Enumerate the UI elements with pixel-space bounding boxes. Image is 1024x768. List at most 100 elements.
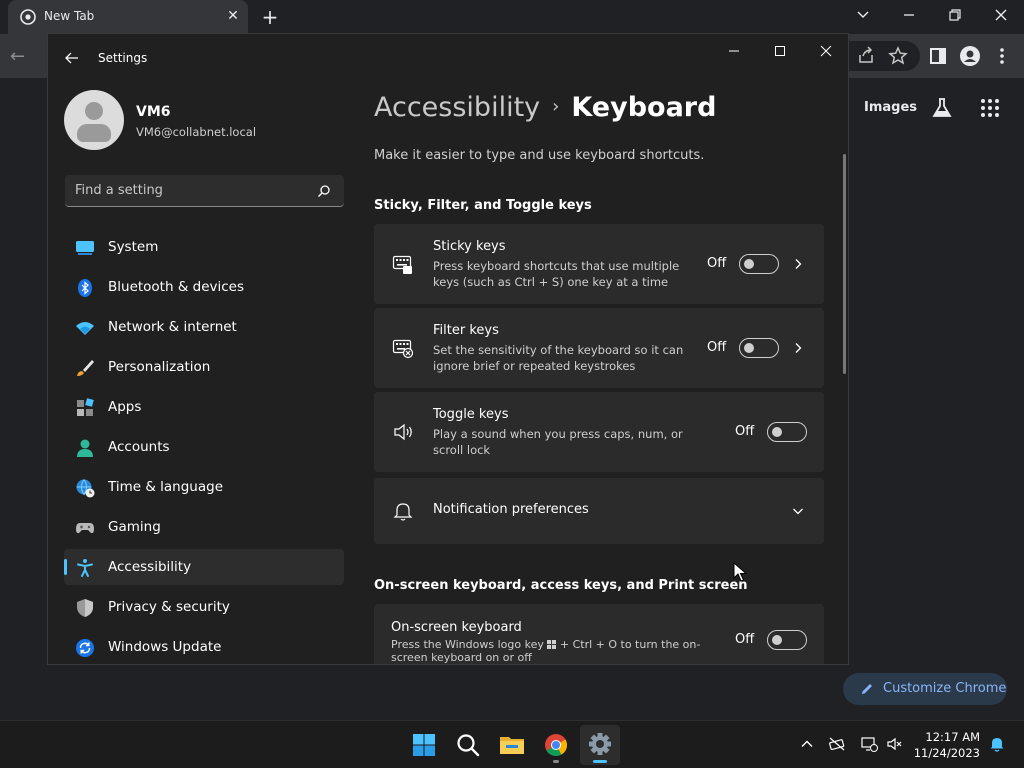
bluetooth-icon	[78, 279, 92, 297]
search-icon[interactable]	[317, 184, 331, 198]
keyboard-settings-page: Accessibility › Keyboard Make it easier to…	[374, 82, 824, 664]
apps-icon	[77, 398, 94, 416]
filter-keys-description: Set the sensitivity of the keyboard so i…	[433, 343, 684, 373]
google-apps-icon[interactable]	[978, 96, 1002, 120]
chrome-taskbar-button[interactable]	[536, 725, 576, 765]
gamepad-icon	[76, 523, 94, 534]
sticky-keys-state: Off	[707, 256, 727, 271]
sticky-keys-title: Sticky keys	[433, 239, 506, 254]
onscreen-keyboard-toggle[interactable]	[767, 630, 807, 650]
sidebar-item-apps[interactable]: Apps	[64, 389, 344, 425]
brush-icon	[77, 360, 94, 376]
sidebar-item-privacy[interactable]: Privacy & security	[64, 589, 344, 625]
chevron-up-icon[interactable]	[798, 735, 816, 753]
settings-taskbar-button[interactable]	[580, 725, 620, 765]
system-icon	[76, 241, 94, 255]
page-title: Keyboard	[571, 92, 717, 123]
update-icon	[76, 639, 94, 657]
minimize-icon[interactable]	[894, 3, 924, 27]
sidebar-item-time-language[interactable]: Time & language	[64, 469, 344, 505]
bookmark-star-icon[interactable]	[886, 44, 910, 68]
notification-preferences-card[interactable]: Notification preferences	[374, 478, 824, 544]
onscreen-keyboard-state: Off	[735, 632, 755, 647]
onscreen-keyboard-title: On-screen keyboard	[391, 620, 522, 635]
sidebar-item-accessibility[interactable]: Accessibility	[64, 549, 344, 585]
pencil-icon	[862, 684, 872, 694]
accessibility-icon	[77, 559, 93, 577]
sticky-keys-toggle[interactable]	[739, 254, 779, 274]
start-button[interactable]	[404, 725, 444, 765]
new-tab-button[interactable]: +	[258, 5, 282, 29]
chrome-tab-new-tab[interactable]: New Tab ✕	[8, 0, 248, 34]
taskbar-search-button[interactable]	[448, 725, 488, 765]
mouse-cursor-icon	[733, 562, 747, 582]
active-indicator	[64, 559, 67, 575]
sticky-keys-card[interactable]: Sticky keys Press keyboard shortcuts tha…	[374, 224, 824, 304]
chevron-right-icon[interactable]	[792, 258, 804, 270]
breadcrumb-accessibility[interactable]: Accessibility	[374, 92, 540, 123]
chevron-right-icon[interactable]	[792, 342, 804, 354]
chrome-icon	[20, 9, 36, 25]
filter-keys-card[interactable]: Filter keys Set the sensitivity of the k…	[374, 308, 824, 388]
settings-maximize-icon[interactable]	[768, 42, 792, 60]
sidebar-item-windows-update[interactable]: Windows Update	[64, 629, 344, 664]
labs-flask-icon[interactable]	[930, 96, 954, 120]
person-icon	[77, 439, 93, 457]
settings-title-bar: Settings	[48, 34, 848, 82]
notification-bell-icon[interactable]	[988, 735, 1006, 753]
windows-logo-icon	[547, 640, 557, 649]
clock-date[interactable]: 11/24/2023	[900, 746, 980, 760]
sticky-keys-description: Press keyboard shortcuts that use multip…	[433, 259, 680, 289]
toggle-keys-toggle[interactable]	[767, 422, 807, 442]
user-email: VM6@collabnet.local	[136, 125, 257, 139]
images-link[interactable]: Images	[864, 100, 917, 115]
browser-back-icon[interactable]: ←	[10, 46, 25, 67]
filter-keys-title: Filter keys	[433, 323, 499, 338]
customize-chrome-button[interactable]: Customize Chrome	[843, 673, 1007, 705]
sidebar-item-accounts[interactable]: Accounts	[64, 429, 344, 465]
sticky-keys-icon	[392, 255, 412, 274]
content-scrollbar[interactable]	[843, 154, 846, 374]
chevron-down-icon[interactable]	[792, 505, 804, 517]
sidebar-item-bluetooth[interactable]: Bluetooth & devices	[64, 269, 344, 305]
wifi-icon	[76, 322, 94, 335]
battery-icon[interactable]	[828, 735, 846, 753]
settings-minimize-icon[interactable]	[722, 42, 746, 60]
sidebar-item-network[interactable]: Network & internet	[64, 309, 344, 345]
toggle-keys-description: Play a sound when you press caps, num, o…	[433, 427, 683, 457]
back-arrow-icon[interactable]	[62, 48, 82, 68]
user-name: VM6	[136, 104, 171, 120]
close-icon[interactable]	[986, 3, 1016, 27]
settings-close-icon[interactable]	[814, 42, 838, 60]
bell-icon	[393, 503, 413, 521]
shield-icon	[77, 599, 93, 617]
clock-time[interactable]: 12:17 AM	[900, 730, 980, 744]
toggle-keys-title: Toggle keys	[433, 407, 509, 422]
settings-nav: System Bluetooth & devices Network & int…	[64, 229, 344, 664]
find-setting-search	[65, 175, 344, 207]
active-app-indicator	[593, 760, 607, 763]
profile-icon[interactable]	[958, 44, 982, 68]
sidebar-item-personalization[interactable]: Personalization	[64, 349, 344, 385]
sidebar-item-gaming[interactable]: Gaming	[64, 509, 344, 545]
filter-keys-icon	[392, 339, 414, 359]
sidebar-item-system[interactable]: System	[64, 229, 344, 265]
section-title-sticky-filter-toggle: Sticky, Filter, and Toggle keys	[374, 198, 592, 213]
filter-keys-toggle[interactable]	[739, 338, 779, 358]
speaker-icon	[394, 423, 412, 441]
windows-start-icon	[413, 734, 435, 756]
restore-icon[interactable]	[940, 3, 970, 27]
network-icon[interactable]	[860, 735, 878, 753]
settings-window: Settings VM6 VM6@collabnet.local System …	[47, 33, 849, 665]
tab-search-icon[interactable]	[848, 3, 878, 27]
chrome-icon	[545, 734, 567, 756]
onscreen-keyboard-description: Press the Windows logo key + Ctrl + O to…	[391, 638, 701, 664]
close-tab-icon[interactable]: ✕	[224, 7, 242, 25]
chrome-tab-strip: New Tab ✕ +	[0, 0, 1024, 34]
search-input[interactable]	[65, 175, 305, 206]
side-panel-icon[interactable]	[926, 44, 950, 68]
file-explorer-button[interactable]	[492, 725, 532, 765]
avatar	[64, 90, 124, 150]
share-icon[interactable]	[854, 44, 878, 68]
more-menu-icon[interactable]	[990, 44, 1014, 68]
